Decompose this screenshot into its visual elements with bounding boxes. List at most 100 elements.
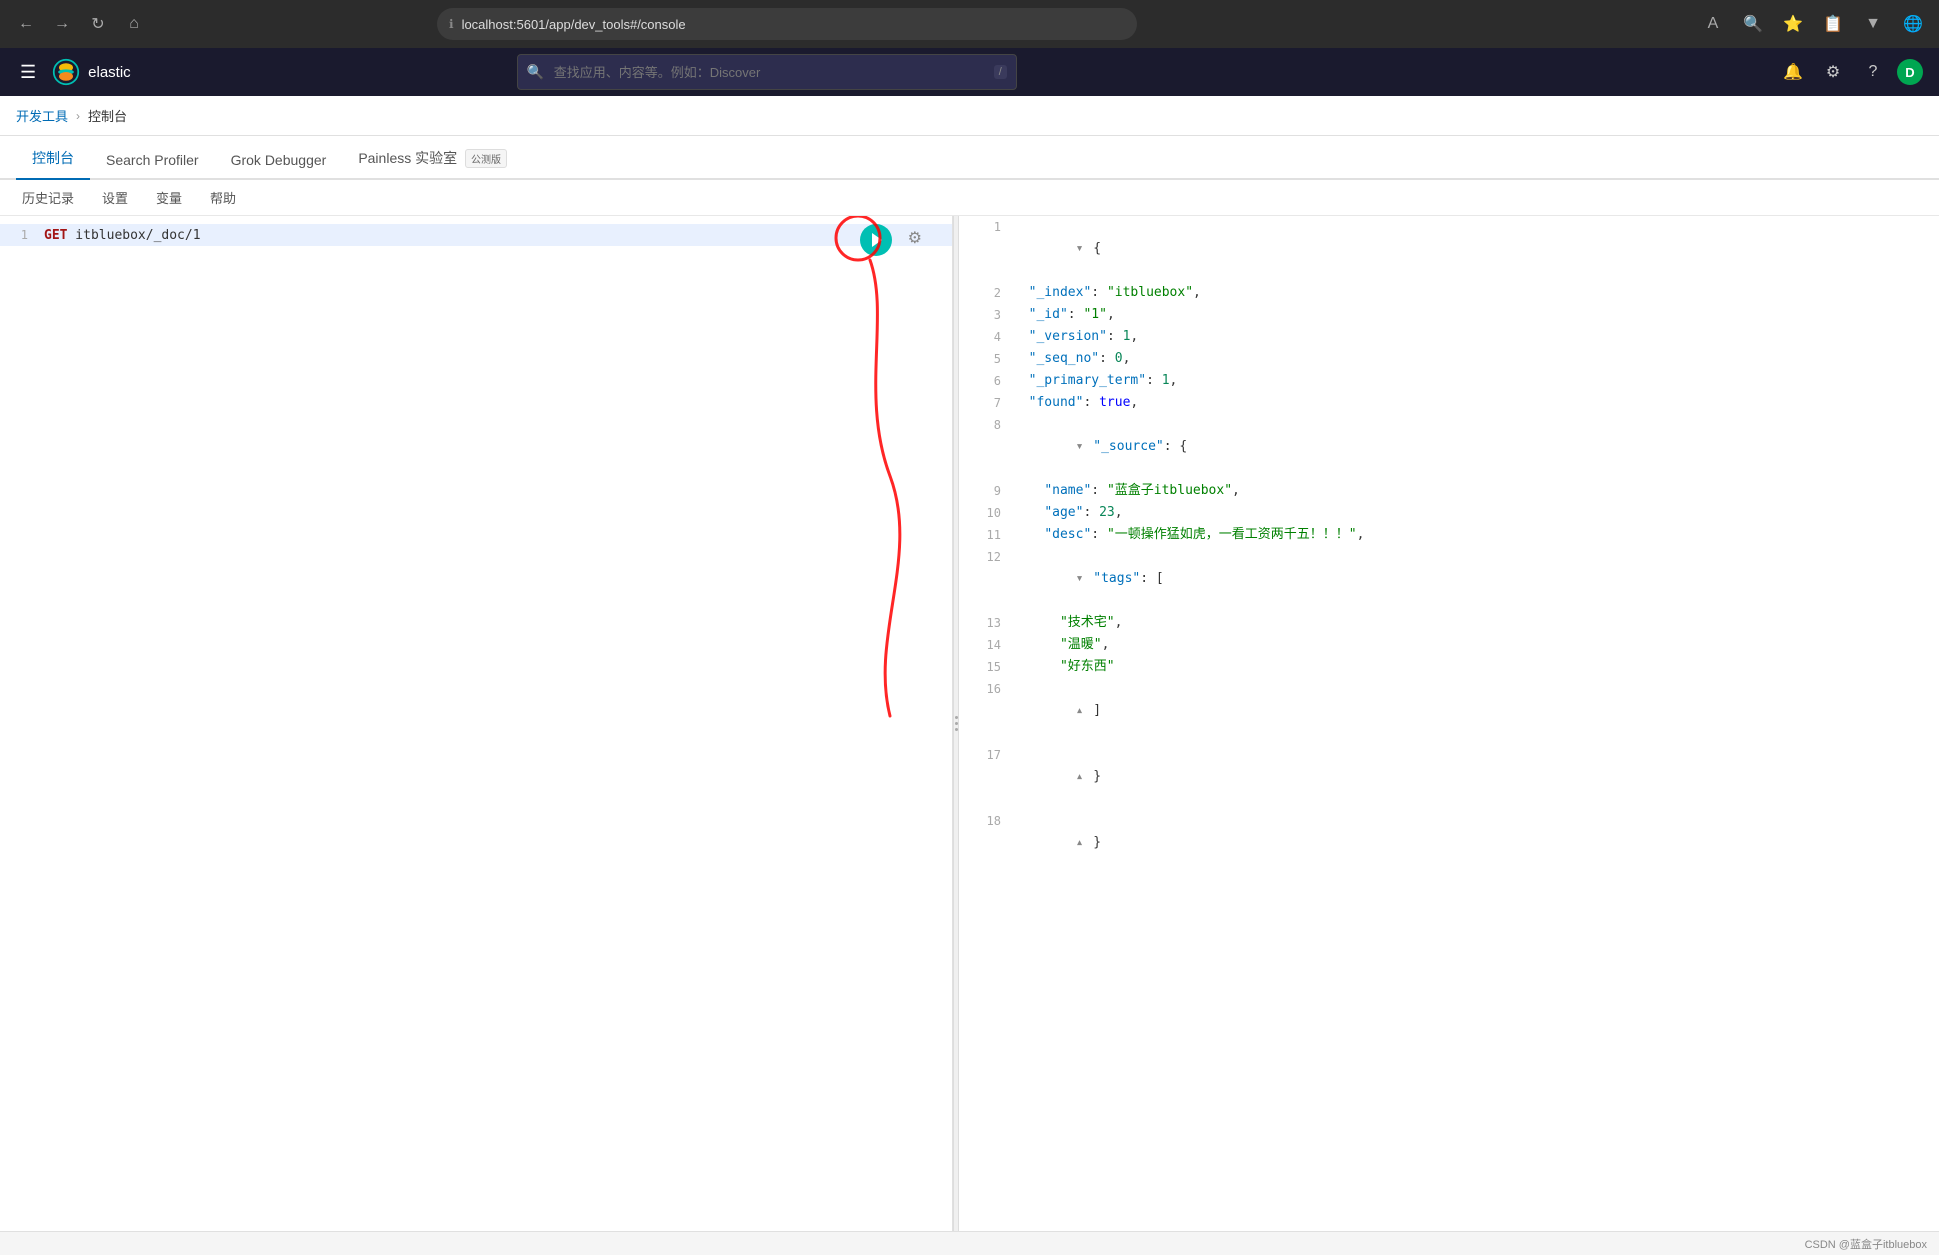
tab-console[interactable]: 控制台 [16,138,90,180]
result-line-2: 2 "_index": "itbluebox", [959,282,1939,304]
elastic-logo: elastic [52,58,131,86]
result-content-12: ▾ "tags": [ [1009,546,1939,612]
help-button[interactable]: 帮助 [204,184,242,211]
footer-copyright: CSDN @蓝盒子itbluebox [1805,1236,1927,1252]
result-num-5: 5 [959,348,1009,370]
result-num-9: 9 [959,480,1009,502]
global-search-input[interactable] [517,54,1017,90]
topbar-help-btn[interactable]: ? [1857,56,1889,88]
tab-search-profiler[interactable]: Search Profiler [90,142,215,180]
fold-arrow-18[interactable]: ▴ [1076,835,1092,850]
result-content-2: "_index": "itbluebox", [1009,282,1939,304]
result-num-6: 6 [959,370,1009,392]
result-content-4: "_version": 1, [1009,326,1939,348]
topbar-notifications-btn[interactable]: 🔔 [1777,56,1809,88]
fold-arrow-17[interactable]: ▴ [1076,769,1092,784]
fold-arrow-8[interactable]: ▾ [1076,439,1092,454]
search-slash-badge: / [994,65,1007,79]
browser-action-1[interactable]: A [1699,10,1727,38]
result-num-4: 4 [959,326,1009,348]
result-num-12: 12 [959,546,1009,612]
editor-line-1[interactable]: 1 GET itbluebox/_doc/1 [0,224,952,246]
home-button[interactable]: ⌂ [120,10,148,38]
result-num-10: 10 [959,502,1009,524]
kibana-topbar: ☰ elastic 🔍 / 🔔 ⚙ ? D [0,48,1939,96]
result-line-7: 7 "found": true, [959,392,1939,414]
result-line-10: 10 "age": 23, [959,502,1939,524]
fold-arrow-16[interactable]: ▴ [1076,703,1092,718]
fold-arrow-1[interactable]: ▾ [1076,241,1092,256]
editor-panel[interactable]: 1 GET itbluebox/_doc/1 ⚙ [0,216,953,1231]
result-line-17: 17 ▴ } [959,744,1939,810]
history-button[interactable]: 历史记录 [16,184,80,211]
breadcrumb-separator: › [76,109,80,123]
result-content-7: "found": true, [1009,392,1939,414]
result-content-1: ▾ { [1009,216,1939,282]
back-button[interactable]: ← [12,10,40,38]
result-content-18: ▴ } [1009,810,1939,876]
run-button[interactable] [860,224,892,256]
global-search-icon: 🔍 [527,64,544,81]
code-path: itbluebox/_doc/1 [67,228,200,243]
editor-settings-icon[interactable]: ⚙ [908,228,922,248]
code-method: GET [44,228,67,243]
result-line-11: 11 "desc": "一顿操作猛如虎，一看工资两千五！！！", [959,524,1939,546]
result-num-18: 18 [959,810,1009,876]
result-line-4: 4 "_version": 1, [959,326,1939,348]
toolbar: 历史记录 设置 变量 帮助 [0,180,1939,216]
result-num-16: 16 [959,678,1009,744]
hamburger-button[interactable]: ☰ [16,58,40,87]
result-num-15: 15 [959,656,1009,678]
result-line-18: 18 ▴ } [959,810,1939,876]
tab-grok-debugger[interactable]: Grok Debugger [215,142,343,180]
result-content-16: ▴ ] [1009,678,1939,744]
divider-dot-1 [955,716,958,719]
result-line-9: 9 "name": "蓝盒子itbluebox", [959,480,1939,502]
result-line-3: 3 "_id": "1", [959,304,1939,326]
result-num-11: 11 [959,524,1009,546]
topbar-settings-btn[interactable]: ⚙ [1817,56,1849,88]
result-num-7: 7 [959,392,1009,414]
topbar-right: 🔔 ⚙ ? D [1777,56,1923,88]
painless-lab-label: Painless 实验室 [358,150,457,166]
elastic-logo-icon [52,58,80,86]
result-content-8: ▾ "_source": { [1009,414,1939,480]
editor-area[interactable]: 1 GET itbluebox/_doc/1 [0,216,952,1231]
address-bar[interactable]: ℹ localhost:5601/app/dev_tools#/console [437,8,1137,40]
breadcrumb-console: 控制台 [88,106,127,125]
fold-arrow-12[interactable]: ▾ [1076,571,1092,586]
divider-dot-2 [955,722,958,725]
result-panel: 1 ▾ { 2 "_index": "itbluebox", 3 "_id": … [959,216,1939,1231]
breadcrumb-devtools[interactable]: 开发工具 [16,106,68,125]
settings-button[interactable]: 设置 [96,184,134,211]
result-line-5: 5 "_seq_no": 0, [959,348,1939,370]
result-line-1: 1 ▾ { [959,216,1939,282]
divider-dot-3 [955,728,958,731]
global-search[interactable]: 🔍 / [517,54,1017,90]
result-content-11: "desc": "一顿操作猛如虎，一看工资两千五！！！", [1009,524,1939,546]
browser-action-5[interactable]: ▼ [1859,10,1887,38]
browser-action-3[interactable]: ⭐ [1779,10,1807,38]
browser-action-6[interactable]: 🌐 [1899,10,1927,38]
breadcrumb-bar: 开发工具 › 控制台 [0,96,1939,136]
result-content-5: "_seq_no": 0, [1009,348,1939,370]
forward-button[interactable]: → [48,10,76,38]
line-number-1: 1 [0,228,40,242]
variables-button[interactable]: 变量 [150,184,188,211]
result-num-13: 13 [959,612,1009,634]
browser-action-2[interactable]: 🔍 [1739,10,1767,38]
result-content-15: "好东西" [1009,656,1939,678]
footer: CSDN @蓝盒子itbluebox [0,1231,1939,1255]
url-text: localhost:5601/app/dev_tools#/console [462,17,686,32]
painless-lab-badge: 公测版 [465,149,507,168]
result-num-2: 2 [959,282,1009,304]
result-line-14: 14 "温暖", [959,634,1939,656]
result-num-8: 8 [959,414,1009,480]
user-avatar[interactable]: D [1897,59,1923,85]
main-content: 1 GET itbluebox/_doc/1 ⚙ [0,216,1939,1231]
result-line-15: 15 "好东西" [959,656,1939,678]
browser-action-4[interactable]: 📋 [1819,10,1847,38]
tab-painless-lab[interactable]: Painless 实验室 公测版 [342,138,523,180]
result-line-13: 13 "技术宅", [959,612,1939,634]
refresh-button[interactable]: ↻ [84,10,112,38]
